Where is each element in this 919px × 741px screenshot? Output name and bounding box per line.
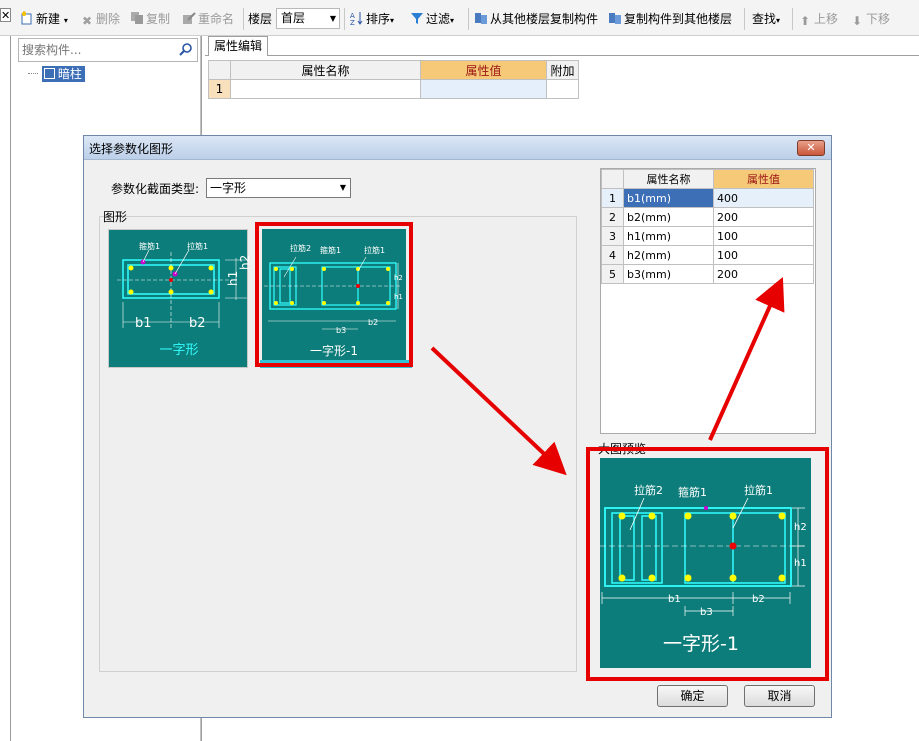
row-number: 3 bbox=[601, 226, 624, 246]
lajin1-label: 拉筋1 bbox=[187, 241, 208, 251]
tree-item-label: 暗柱 bbox=[57, 67, 82, 81]
copy-from-floor-icon bbox=[475, 13, 487, 24]
row-number: 2 bbox=[601, 207, 624, 227]
sort-icon: AZ bbox=[350, 12, 363, 25]
parameter-table: 属性名称 属性值 1 b1(mm) 400 2 b2(mm) 200 3 h1(… bbox=[601, 169, 814, 284]
column-header-extra[interactable]: 附加 bbox=[546, 60, 579, 80]
corner-cell bbox=[208, 60, 231, 80]
b2-label: b2 bbox=[189, 316, 206, 331]
ok-button[interactable]: 确定 bbox=[657, 685, 728, 707]
param-name-cell[interactable]: b2(mm) bbox=[623, 207, 714, 227]
shape-group-label: 图形 bbox=[103, 210, 128, 224]
toolbar: ✕ 新建 ▾ ✖ 删除 复制 重命名 楼层 首层 ▼ A Z 排序▾ 过滤▾ 从其他楼层… bbox=[0, 0, 919, 36]
shape-diagram: 箍筋1 拉筋1 b1 b2 h1 h2 一字形 bbox=[117, 241, 252, 358]
find-button[interactable]: 查找▾ bbox=[752, 10, 780, 28]
column-header-name[interactable]: 属性名称 bbox=[623, 169, 714, 189]
section-type-label: 参数化截面类型: bbox=[111, 182, 200, 196]
arrow-up-icon: ⬆ bbox=[799, 14, 811, 28]
param-name-cell[interactable]: h2(mm) bbox=[623, 245, 714, 265]
param-value-cell[interactable]: 100 bbox=[713, 245, 814, 265]
param-value-cell[interactable]: 400 bbox=[713, 188, 814, 208]
table-row[interactable]: 1 b1(mm) 400 bbox=[601, 188, 814, 208]
property-extra-cell[interactable] bbox=[546, 79, 579, 99]
copy-button[interactable]: 复制 bbox=[130, 10, 170, 28]
filter-icon bbox=[411, 13, 423, 24]
floor-label: 楼层 bbox=[248, 12, 273, 26]
filter-button[interactable]: 过滤▾ bbox=[410, 10, 454, 28]
param-value-cell[interactable]: 200 bbox=[713, 264, 814, 284]
toolbar-separator bbox=[344, 8, 345, 30]
pane-divider bbox=[10, 36, 11, 741]
rename-icon bbox=[183, 12, 196, 24]
tab-property-edit[interactable]: 属性编辑 bbox=[208, 36, 268, 56]
table-row[interactable]: 3 h1(mm) 100 bbox=[601, 226, 814, 246]
tree-connector bbox=[28, 73, 38, 74]
h1-label: h1 bbox=[226, 271, 240, 286]
gujin1-label: 箍筋1 bbox=[139, 241, 160, 251]
copy-to-floor-icon bbox=[609, 13, 621, 24]
copy-from-floor-button[interactable]: 从其他楼层复制构件 bbox=[474, 10, 598, 28]
chevron-down-icon: ▼ bbox=[329, 14, 336, 23]
dialog-title: 选择参数化图形 bbox=[89, 142, 174, 156]
cancel-button[interactable]: 取消 bbox=[744, 685, 815, 707]
new-icon bbox=[21, 11, 32, 25]
column-header-value[interactable]: 属性值 bbox=[420, 60, 547, 80]
tab-baseline bbox=[205, 55, 919, 56]
column-icon bbox=[43, 68, 55, 79]
thumb1-caption: 一字形 bbox=[159, 343, 198, 358]
shape-thumbnail-yizixing[interactable]: 箍筋1 拉筋1 b1 b2 h1 h2 一字形 bbox=[108, 229, 252, 368]
toolbar-separator bbox=[744, 8, 745, 30]
toolbar-separator bbox=[243, 8, 244, 30]
param-name-cell[interactable]: b1(mm) bbox=[623, 188, 714, 208]
move-up-button[interactable]: ⬆ 上移 bbox=[798, 10, 838, 28]
move-down-button[interactable]: ⬇ 下移 bbox=[850, 10, 890, 28]
new-button[interactable]: 新建 ▾ bbox=[20, 10, 68, 28]
chevron-down-icon: ▼ bbox=[339, 183, 346, 192]
dialog-titlebar: 选择参数化图形 ✕ bbox=[84, 136, 831, 160]
row-number: 5 bbox=[601, 264, 624, 284]
search-icon[interactable] bbox=[178, 42, 194, 58]
section-type-select[interactable]: 一字形 ▼ bbox=[206, 178, 351, 198]
row-number: 1 bbox=[601, 188, 624, 208]
select-parametric-shape-dialog: 选择参数化图形 ✕ 参数化截面类型: 一字形 ▼ 图形 箍筋1 拉筋1 b1 b2 bbox=[83, 135, 832, 718]
copy-to-floor-button[interactable]: 复制构件到其他楼层 bbox=[608, 10, 732, 28]
floor-select[interactable]: 首层 ▼ bbox=[276, 8, 340, 29]
arrow-down-icon: ⬇ bbox=[851, 14, 863, 28]
highlight-box-preview bbox=[586, 447, 829, 681]
rename-button[interactable]: 重命名 bbox=[182, 10, 234, 28]
delete-icon: ✖ bbox=[81, 14, 93, 28]
toolbar-separator bbox=[792, 8, 793, 30]
dialog-close-button[interactable]: ✕ bbox=[797, 140, 825, 156]
search-component-box[interactable] bbox=[18, 38, 198, 62]
table-row[interactable]: 2 b2(mm) 200 bbox=[601, 207, 814, 227]
table-row[interactable]: 4 h2(mm) 100 bbox=[601, 245, 814, 265]
close-pane-button[interactable]: ✕ bbox=[0, 8, 11, 22]
svg-text:Z: Z bbox=[350, 19, 355, 25]
search-input[interactable] bbox=[19, 39, 169, 61]
param-name-cell[interactable]: h1(mm) bbox=[623, 226, 714, 246]
param-value-cell[interactable]: 100 bbox=[713, 226, 814, 246]
row-number[interactable]: 1 bbox=[208, 79, 231, 99]
sort-button[interactable]: A Z 排序▾ bbox=[350, 10, 394, 28]
copy-icon bbox=[131, 12, 143, 24]
column-header-name[interactable]: 属性名称 bbox=[230, 60, 421, 80]
property-value-cell[interactable] bbox=[420, 79, 547, 99]
tree-item-anzhu[interactable]: 暗柱 bbox=[28, 66, 85, 82]
row-number: 4 bbox=[601, 245, 624, 265]
parameter-table-panel: 属性名称 属性值 1 b1(mm) 400 2 b2(mm) 200 3 h1(… bbox=[600, 168, 816, 434]
highlight-box-thumbnail bbox=[255, 222, 413, 367]
param-name-cell[interactable]: b3(mm) bbox=[623, 264, 714, 284]
toolbar-separator bbox=[468, 8, 469, 30]
column-header-value[interactable]: 属性值 bbox=[713, 169, 814, 189]
h2-label: h2 bbox=[238, 255, 249, 270]
b1-label: b1 bbox=[135, 316, 152, 331]
delete-button[interactable]: ✖ 删除 bbox=[80, 10, 120, 28]
param-value-cell[interactable]: 200 bbox=[713, 207, 814, 227]
property-name-cell[interactable] bbox=[230, 79, 421, 99]
property-table: 属性名称 属性值 附加 1 bbox=[208, 60, 579, 99]
table-row[interactable]: 5 b3(mm) 200 bbox=[601, 264, 814, 284]
corner-cell bbox=[601, 169, 624, 189]
